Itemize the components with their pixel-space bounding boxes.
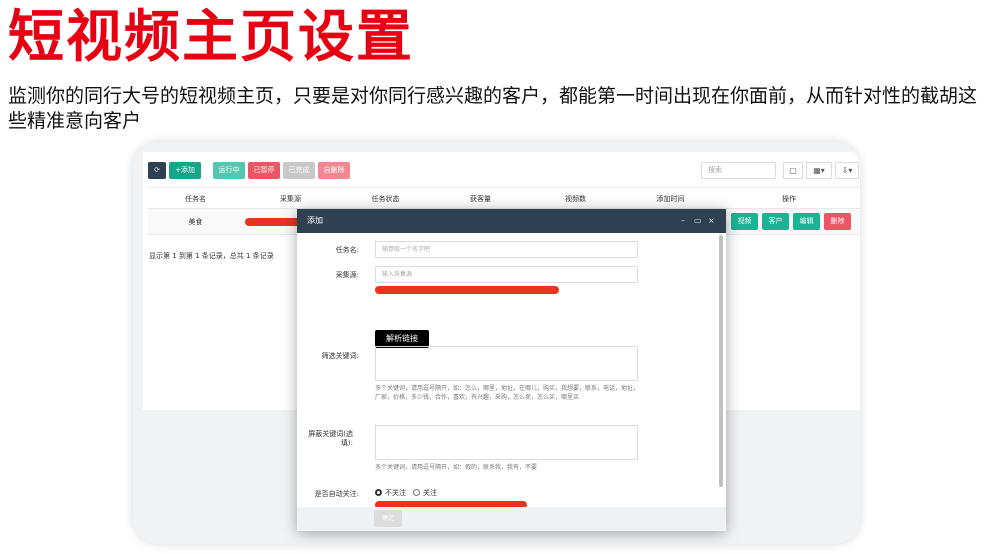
radio-selected-icon — [375, 489, 382, 496]
refresh-button[interactable]: ⟳ — [148, 162, 166, 179]
source-label: 采集源: — [335, 271, 359, 279]
row-customers-button[interactable]: 客户 — [762, 213, 789, 230]
refresh-icon: ⟳ — [154, 166, 160, 174]
row-edit-button[interactable]: 编辑 — [793, 213, 820, 230]
filter-keywords-textarea[interactable] — [375, 346, 638, 381]
table-header: 任务名 采集源 任务状态 获客量 视频数 添加时间 操作 — [148, 187, 860, 209]
radio-follow[interactable]: 关注 — [413, 488, 437, 498]
pagination-info: 显示第 1 到第 1 条记录，总共 1 条记录 — [149, 252, 274, 260]
column-header-added-time: 添加时间 — [656, 195, 685, 203]
filter-done-button[interactable]: 已完成 — [283, 162, 315, 179]
task-name-input[interactable]: 随意取一个名字吧 — [375, 241, 638, 258]
delete-button[interactable]: 自删除 — [318, 162, 350, 179]
modal-title: 添加 — [307, 216, 323, 225]
column-header-actions: 操作 — [782, 195, 796, 203]
export-menu-button[interactable]: ⇩▾ — [835, 162, 859, 179]
radio-no-follow[interactable]: 不关注 — [375, 488, 406, 498]
modal-scrollbar[interactable] — [719, 235, 723, 487]
add-task-modal: 添加 – ▭ × 任务名: 随意取一个名字吧 采集源: 输入采集源 解析链接 筛… — [297, 209, 726, 531]
column-header-task-name: 任务名 — [185, 195, 206, 203]
filter-running-button[interactable]: 运行中 — [213, 162, 245, 179]
search-input[interactable]: 搜索 — [701, 162, 776, 179]
promo-description: 监测你的同行大号的短视频主页，只要是对你同行感兴趣的客户，都能第一时间出现在你面… — [8, 85, 978, 132]
maximize-icon[interactable]: ▭ — [694, 209, 702, 233]
modal-body: 任务名: 随意取一个名字吧 采集源: 输入采集源 解析链接 筛选关键词: 多个关… — [297, 233, 726, 509]
promo-title: 短视频主页设置 — [8, 5, 414, 70]
auto-follow-label: 是否自动关注: — [314, 490, 359, 498]
radio-follow-label: 关注 — [423, 489, 437, 497]
block-keywords-label: 屏蔽关键词(选填): — [308, 430, 353, 447]
modal-footer: 确定 — [297, 507, 726, 531]
source-input[interactable]: 输入采集源 — [375, 266, 638, 283]
radio-no-follow-label: 不关注 — [385, 489, 406, 497]
filter-paused-button[interactable]: 已暂停 — [248, 162, 280, 179]
confirm-button[interactable]: 确定 — [374, 510, 402, 527]
row-delete-button[interactable]: 删除 — [824, 213, 851, 230]
radio-unselected-icon — [413, 489, 420, 496]
toggle-view-button[interactable]: ▢ — [783, 162, 803, 179]
column-header-source: 采集源 — [280, 195, 301, 203]
add-button[interactable]: +添加 — [169, 162, 201, 179]
minimize-icon[interactable]: – — [681, 209, 685, 233]
block-keywords-textarea[interactable] — [375, 425, 638, 460]
filter-keywords-label: 筛选关键词: — [321, 352, 359, 360]
column-header-status: 任务状态 — [371, 195, 400, 203]
filter-keywords-hint: 多个关键词，请用逗号隔开，如：怎么，哪里，地址，在哪儿，购买，我想要，联系，电话… — [375, 385, 640, 401]
redaction-mark — [375, 286, 559, 294]
redaction-mark — [245, 218, 305, 226]
columns-menu-button[interactable]: ▦▾ — [806, 162, 832, 179]
close-icon[interactable]: × — [708, 209, 715, 233]
column-header-videos: 视频数 — [565, 195, 586, 203]
task-name-label: 任务名: — [335, 246, 359, 254]
column-header-leads: 获客量 — [470, 195, 491, 203]
row-videos-button[interactable]: 视频 — [731, 213, 758, 230]
modal-header: 添加 – ▭ × — [297, 209, 726, 233]
cell-task-name: 美食 — [188, 218, 203, 226]
block-keywords-hint: 多个关键词，请用逗号隔开，如：假的，联系我，我有，不要 — [375, 464, 538, 471]
